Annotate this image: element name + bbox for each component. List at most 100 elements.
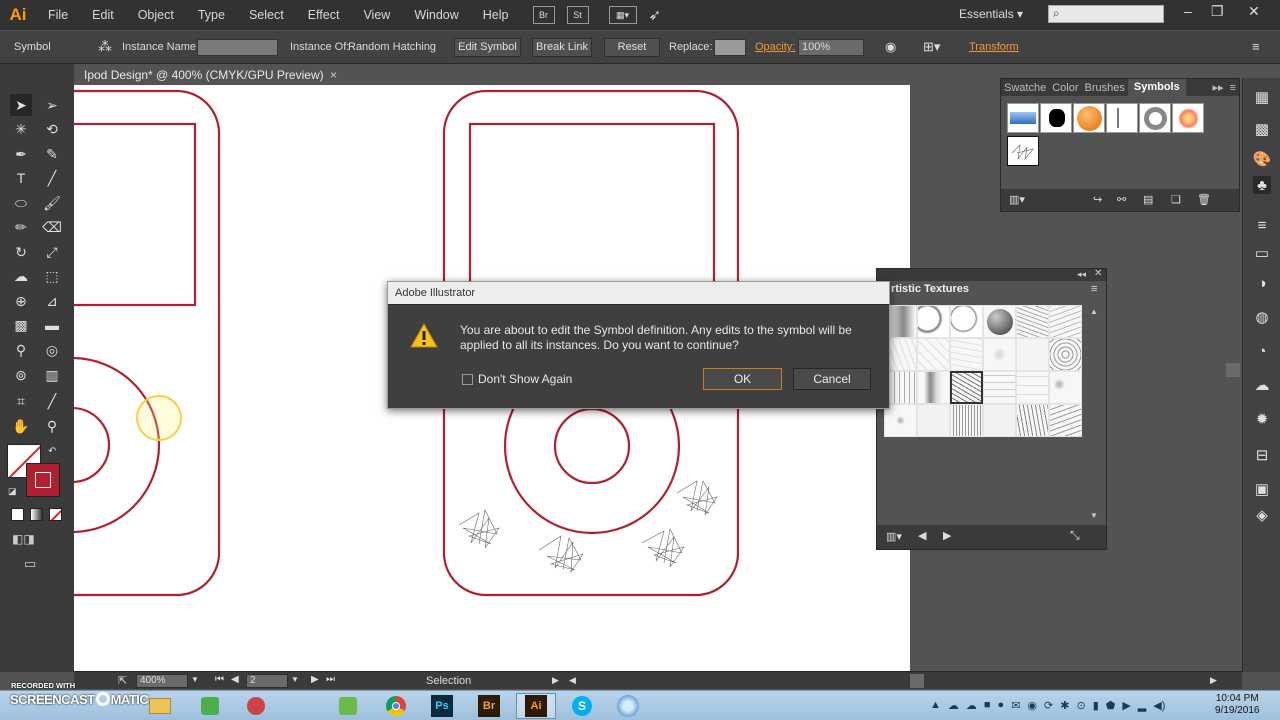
horizontal-scrollbar-thumb[interactable] — [910, 674, 924, 688]
reset-button[interactable]: Reset — [604, 38, 660, 57]
default-colors-icon[interactable]: ◪ — [8, 486, 17, 497]
next-artboard-icon[interactable]: ▶ — [311, 674, 319, 685]
hand-tool-icon[interactable]: ✋ — [10, 415, 32, 437]
color-icon[interactable]: 🎨 — [1253, 150, 1272, 168]
texture-cell[interactable] — [1016, 404, 1049, 437]
recolor-icon[interactable]: ◉ — [885, 39, 896, 55]
checkbox-box[interactable] — [462, 373, 473, 385]
menu-window[interactable]: Window — [402, 8, 470, 22]
tray-icon[interactable]: ▂ — [1138, 699, 1146, 715]
warp-tool-icon[interactable]: ☁ — [10, 265, 32, 287]
scale-tool-icon[interactable]: ⤢ — [41, 241, 63, 263]
screen-mode-icon[interactable]: ▭ — [24, 556, 36, 572]
align-panel-icon[interactable]: ▣ — [1253, 480, 1271, 498]
control-bar-menu-icon[interactable]: ≡ — [1252, 39, 1260, 54]
scroll-left-icon[interactable]: ◀ — [569, 675, 576, 686]
menu-help[interactable]: Help — [471, 8, 521, 22]
gradient-mode-button[interactable] — [30, 508, 43, 521]
tray-icon[interactable]: ● — [998, 699, 1005, 715]
direct-selection-tool-icon[interactable]: ➢ — [41, 94, 63, 116]
menu-file[interactable]: File — [36, 8, 80, 22]
mesh-tool-icon[interactable]: ▩ — [10, 314, 32, 336]
tray-icon[interactable]: ⬟ — [1106, 699, 1116, 715]
dont-show-again-checkbox[interactable]: Don't Show Again — [462, 372, 572, 386]
previous-library-icon[interactable]: ◀ — [918, 529, 926, 542]
texture-cell[interactable] — [917, 305, 950, 338]
tray-icon[interactable]: ⟳ — [1044, 699, 1053, 715]
transparency-icon[interactable]: ◑ — [1253, 274, 1271, 292]
gpu-performance-icon[interactable]: ➶ — [649, 6, 662, 24]
library-menu-icon[interactable]: ▥▾ — [886, 530, 902, 543]
type-tool-icon[interactable]: T — [10, 167, 32, 189]
app-leaf-icon[interactable] — [190, 693, 230, 719]
slice-tool-icon[interactable]: ╱ — [41, 390, 63, 412]
swap-fill-stroke-icon[interactable]: ↶ — [48, 446, 56, 457]
line-tool-icon[interactable]: ╱ — [41, 167, 63, 189]
textures-scroll-up-icon[interactable]: ▲ — [1090, 307, 1098, 316]
search-input[interactable]: ⌕ — [1048, 5, 1164, 23]
free-transform-tool-icon[interactable]: ⬚ — [41, 265, 63, 287]
tab-swatches[interactable]: Swatche — [1001, 82, 1049, 94]
rotate-tool-icon[interactable]: ↻ — [10, 241, 32, 263]
symbols-dock-icon[interactable]: ♣ — [1253, 176, 1271, 194]
texture-cell[interactable] — [950, 305, 983, 338]
ellipse-tool-icon[interactable]: ⬭ — [10, 192, 32, 214]
eraser-tool-icon[interactable]: ⌫ — [41, 216, 63, 238]
app-green-icon[interactable] — [328, 693, 368, 719]
texture-cell[interactable] — [1016, 338, 1049, 371]
selection-tool-icon[interactable]: ➤ — [10, 94, 32, 116]
layers-icon[interactable]: ◈ — [1253, 506, 1271, 524]
menu-select[interactable]: Select — [237, 8, 296, 22]
texture-cell[interactable] — [1016, 371, 1049, 404]
symbol-libraries-icon[interactable]: ▥▾ — [1009, 193, 1025, 206]
blend-tool-icon[interactable]: ◎ — [41, 339, 63, 361]
transform-link[interactable]: Transform — [969, 41, 1019, 53]
edit-symbol-button[interactable]: Edit Symbol — [454, 38, 521, 57]
curvature-tool-icon[interactable]: ✎ — [41, 143, 63, 165]
skype-icon[interactable]: S — [562, 693, 602, 719]
texture-cell[interactable] — [917, 338, 950, 371]
artboards-icon[interactable]: ⊟ — [1253, 446, 1271, 464]
bridge-button[interactable]: Br — [532, 6, 555, 24]
gradient-icon[interactable]: ▭ — [1253, 244, 1271, 262]
symbol-options-icon[interactable]: ▤ — [1143, 193, 1153, 206]
texture-cell[interactable] — [983, 338, 1016, 371]
texture-cell-selected[interactable] — [950, 371, 983, 404]
libraries-icon[interactable]: ☁ — [1253, 376, 1271, 394]
textures-scroll-down-icon[interactable]: ▼ — [1090, 511, 1098, 520]
perspective-grid-tool-icon[interactable]: ⊿ — [41, 290, 63, 312]
menu-effect[interactable]: Effect — [296, 8, 352, 22]
graphic-styles-icon[interactable]: ◔ — [1253, 342, 1271, 360]
tab-brushes[interactable]: Brushes — [1082, 82, 1128, 94]
tray-icon[interactable]: ▶ — [1122, 699, 1130, 715]
stroke-swatch[interactable] — [26, 463, 60, 497]
tray-icon[interactable]: ☁ — [948, 699, 959, 715]
shape-builder-tool-icon[interactable]: ⊕ — [10, 290, 32, 312]
symbol-swirl[interactable] — [1106, 103, 1138, 133]
pen-tool-icon[interactable]: ✒ — [10, 143, 32, 165]
arrange-documents-icon[interactable]: ▦▾ — [608, 6, 637, 24]
opacity-input[interactable]: 100% — [798, 39, 864, 56]
close-tab-icon[interactable]: × — [330, 68, 337, 82]
column-graph-tool-icon[interactable]: ▥ — [41, 364, 63, 386]
delete-symbol-icon[interactable]: 🗑 — [1197, 193, 1211, 206]
menu-edit[interactable]: Edit — [80, 8, 126, 22]
menu-object[interactable]: Object — [126, 8, 186, 22]
drawing-modes-icon[interactable]: ◧◨ — [12, 532, 35, 546]
tray-icon[interactable]: ✉ — [1011, 699, 1020, 715]
symbol-random-hatching[interactable] — [1007, 136, 1039, 166]
app-tool-icon[interactable] — [236, 693, 276, 719]
next-library-icon[interactable]: ▶ — [943, 529, 951, 542]
artboard-tool-icon[interactable]: ⌗ — [10, 390, 32, 412]
color-guide-icon[interactable]: ▦ — [1253, 88, 1271, 106]
volume-icon[interactable]: ◀) — [1153, 699, 1165, 715]
opacity-label[interactable]: Opacity: — [755, 41, 795, 53]
tray-icon[interactable]: ◉ — [1027, 699, 1037, 715]
panel-collapse-icon[interactable]: ▸▸ — [1210, 81, 1227, 94]
symbol-flower[interactable] — [1172, 103, 1204, 133]
stock-button[interactable]: St — [566, 6, 589, 24]
texture-cell[interactable] — [950, 338, 983, 371]
close-icon[interactable]: ✕ — [1248, 3, 1260, 20]
texture-cell[interactable] — [1049, 305, 1082, 338]
ok-button[interactable]: OK — [703, 368, 782, 390]
